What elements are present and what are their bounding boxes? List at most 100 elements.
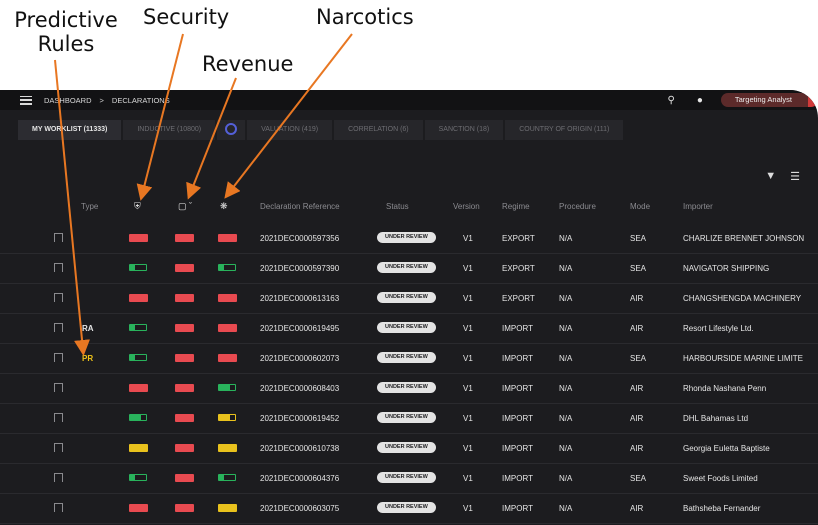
regime: IMPORT [502, 444, 533, 453]
revenue-indicator [175, 504, 194, 512]
procedure: N/A [559, 504, 573, 513]
regime: IMPORT [502, 504, 533, 513]
revenue-money-icon[interactable]: ▢ ˇ [178, 201, 192, 212]
filter-icon[interactable]: ▼ [765, 170, 776, 183]
declaration-reference[interactable]: 2021DEC0000603075 [260, 504, 339, 513]
declaration-reference[interactable]: 2021DEC0000608403 [260, 384, 339, 393]
version: V1 [463, 384, 473, 393]
security-indicator [129, 474, 147, 481]
columns-icon[interactable]: ☰ [790, 170, 800, 183]
tab-my[interactable]: MY WORKLIST (11333) [18, 120, 122, 140]
tab-icon[interactable] [217, 120, 246, 140]
column-header-declaration-reference[interactable]: Declaration Reference [260, 202, 340, 211]
revenue-indicator [175, 324, 194, 332]
procedure: N/A [559, 474, 573, 483]
bookmark-icon[interactable] [54, 293, 63, 304]
regime: IMPORT [502, 474, 533, 483]
mode: AIR [630, 414, 644, 423]
table-row[interactable]: 2021DEC0000608403 UNDER REVIEW V1 IMPORT N/A… [0, 374, 818, 404]
version: V1 [463, 324, 473, 333]
bookmark-icon[interactable] [54, 413, 63, 424]
status-badge: UNDER REVIEW [377, 232, 436, 243]
mode: SEA [630, 354, 647, 363]
column-header-regime[interactable]: Regime [502, 202, 530, 211]
status-badge: UNDER REVIEW [377, 412, 436, 423]
version: V1 [463, 444, 473, 453]
column-header-importer[interactable]: Importer [683, 202, 713, 211]
bookmark-icon[interactable] [54, 233, 63, 244]
narcotics-indicator [218, 474, 236, 481]
narcotics-indicator [218, 324, 237, 332]
table-row[interactable]: 2021DEC0000613163 UNDER REVIEW V1 EXPORT N/A… [0, 284, 818, 314]
user-role-button[interactable]: Targeting Analyst [720, 93, 808, 107]
importer: CHANGSHENGDA MACHINERY [683, 294, 802, 303]
menu-icon[interactable] [20, 95, 32, 105]
declaration-reference[interactable]: 2021DEC0000597390 [260, 264, 339, 273]
bookmark-icon[interactable] [54, 323, 63, 334]
bookmark-icon[interactable] [54, 503, 63, 514]
status-badge: UNDER REVIEW [377, 502, 436, 513]
table-row[interactable]: 2021DEC0000597356 UNDER REVIEW V1 EXPORT N/A… [0, 224, 818, 254]
column-header-version[interactable]: Version [453, 202, 480, 211]
revenue-indicator [175, 264, 194, 272]
table-row[interactable]: 2021DEC0000610738 UNDER REVIEW V1 IMPORT N/A… [0, 434, 818, 464]
procedure: N/A [559, 354, 573, 363]
table-row[interactable]: 2021DEC0000603075 UNDER REVIEW V1 IMPORT N/A… [0, 494, 818, 524]
tab-inductive[interactable]: INDUCTIVE (10800) [123, 120, 216, 140]
narcotics-indicator [218, 384, 236, 391]
tab-sanction[interactable]: SANCTION (18) [424, 120, 504, 140]
declaration-reference[interactable]: 2021DEC0000604376 [260, 474, 339, 483]
narcotics-indicator [218, 294, 237, 302]
security-shield-icon[interactable]: ⛨ [134, 201, 141, 212]
bell-icon[interactable]: ● [697, 95, 703, 106]
regime: EXPORT [502, 294, 535, 303]
version: V1 [463, 234, 473, 243]
type-badge: RA [82, 324, 94, 333]
declaration-reference[interactable]: 2021DEC0000610738 [260, 444, 339, 453]
table-row[interactable]: 2021DEC0000619452 UNDER REVIEW V1 IMPORT N/A… [0, 404, 818, 434]
tab-correlation[interactable]: CORRELATION (6) [334, 120, 423, 140]
column-header-status[interactable]: Status [386, 202, 409, 211]
breadcrumb-dashboard[interactable]: DASHBOARD [44, 96, 92, 105]
declaration-reference[interactable]: 2021DEC0000613163 [260, 294, 339, 303]
revenue-indicator [175, 414, 194, 422]
mode: SEA [630, 234, 647, 243]
declaration-reference[interactable]: 2021DEC0000619495 [260, 324, 339, 333]
mode: SEA [630, 474, 647, 483]
avatar[interactable] [808, 93, 818, 107]
annotation-predictive-line-2: Rules [37, 32, 95, 56]
status-badge: UNDER REVIEW [377, 442, 436, 453]
declaration-reference[interactable]: 2021DEC0000602073 [260, 354, 339, 363]
table-row[interactable]: PR 2021DEC0000602073 UNDER REVIEW V1 IMPORT N… [0, 344, 818, 374]
app-window: DASHBOARD > DECLARATIONS ⚲ ● Targeting A… [0, 90, 818, 525]
importer: Georgia Euletta Baptiste [683, 444, 770, 453]
procedure: N/A [559, 294, 573, 303]
security-indicator [129, 504, 148, 512]
search-icon[interactable]: ⚲ [668, 95, 675, 106]
column-header-procedure[interactable]: Procedure [559, 202, 596, 211]
version: V1 [463, 294, 473, 303]
column-header-mode[interactable]: Mode [630, 202, 650, 211]
table-row[interactable]: 2021DEC0000604376 UNDER REVIEW V1 IMPORT N/A… [0, 464, 818, 494]
narcotics-leaf-icon[interactable]: ❋ [220, 201, 228, 212]
version: V1 [463, 414, 473, 423]
importer: Resort Lifestyle Ltd. [683, 324, 754, 333]
column-header-type[interactable]: Type [81, 202, 98, 211]
declaration-reference[interactable]: 2021DEC0000619452 [260, 414, 339, 423]
importer: DHL Bahamas Ltd [683, 414, 749, 423]
bookmark-icon[interactable] [54, 383, 63, 394]
procedure: N/A [559, 324, 573, 333]
tab-country[interactable]: COUNTRY OF ORIGIN (111) [505, 120, 624, 140]
breadcrumb-declarations[interactable]: DECLARATIONS [112, 96, 170, 105]
bookmark-icon[interactable] [54, 443, 63, 454]
bookmark-icon[interactable] [54, 473, 63, 484]
tab-valuation[interactable]: VALUATION (419) [247, 120, 333, 140]
table-row[interactable]: RA 2021DEC0000619495 UNDER REVIEW V1 IMPORT N… [0, 314, 818, 344]
status-badge: UNDER REVIEW [377, 262, 436, 273]
bookmark-icon[interactable] [54, 353, 63, 364]
bookmark-icon[interactable] [54, 263, 63, 274]
revenue-indicator [175, 384, 194, 392]
declaration-reference[interactable]: 2021DEC0000597356 [260, 234, 339, 243]
mode: AIR [630, 324, 644, 333]
table-row[interactable]: 2021DEC0000597390 UNDER REVIEW V1 EXPORT N/A… [0, 254, 818, 284]
